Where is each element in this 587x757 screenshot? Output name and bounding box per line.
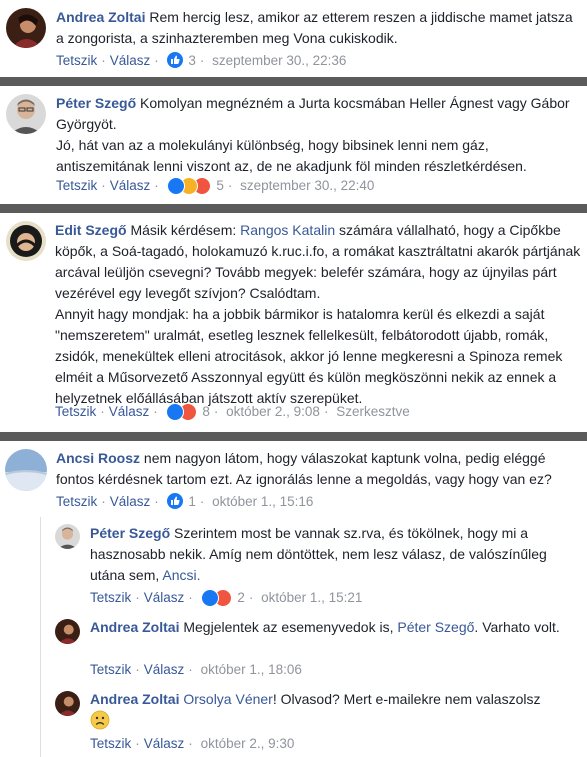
- reaction-count[interactable]: 1: [188, 494, 196, 509]
- comment: Péter Szegő Komolyan megnézném a Jurta k…: [0, 86, 587, 204]
- comment: Andrea Zoltai Rem hercig lesz, amikor az…: [0, 0, 587, 76]
- reply-action[interactable]: Válasz: [144, 662, 185, 677]
- like-action[interactable]: Tetszik: [90, 590, 131, 605]
- comment-text: Jó, hát van az a molekulányi különbség, …: [56, 137, 527, 174]
- timestamp[interactable]: október 2., 9:08: [226, 404, 320, 419]
- edited-label[interactable]: Szerkesztve: [336, 404, 410, 419]
- reply-actions: Tetszik · Válasz · október 1., 18:06: [90, 662, 302, 677]
- reply-actions: Tetszik · Válasz · 2 · október 1., 15:21: [90, 589, 363, 607]
- like-reaction-icon: [200, 589, 219, 607]
- timestamp[interactable]: szeptember 30., 22:40: [240, 178, 374, 193]
- reply-action[interactable]: Válasz: [110, 178, 151, 193]
- reply-text: . Varhato volt.: [474, 619, 560, 635]
- reply-text: Megjelentek az esemenyvedok is,: [183, 619, 394, 635]
- reaction-count[interactable]: 2: [237, 590, 245, 605]
- avatar[interactable]: [6, 8, 46, 48]
- separator: [0, 204, 587, 213]
- comment-body: Edit Szegő Másik kérdésem: Rangos Katali…: [55, 220, 582, 409]
- author-name[interactable]: Andrea Zoltai: [90, 619, 179, 635]
- separator: [0, 77, 587, 86]
- comment-actions: Tetszik · Válasz · 1 · október 1., 15:16: [56, 493, 314, 509]
- author-name[interactable]: Péter Szegő: [56, 95, 136, 111]
- comment: Edit Szegő Másik kérdésem: Rangos Katali…: [0, 213, 587, 431]
- reply-body: Andrea Zoltai Megjelentek az esemenyvedo…: [90, 617, 560, 638]
- author-name[interactable]: Andrea Zoltai: [56, 9, 145, 25]
- reaction-icons[interactable]: [166, 177, 211, 195]
- like-action[interactable]: Tetszik: [90, 662, 131, 677]
- timestamp[interactable]: október 2., 9:30: [201, 736, 295, 751]
- comment-actions: Tetszik · Válasz · 3 · szeptember 30., 22:36: [56, 52, 347, 68]
- avatar[interactable]: [6, 221, 46, 261]
- reply: Andrea Zoltai Orsolya Véner! Olvasod? Me…: [0, 684, 587, 757]
- reply-action[interactable]: Válasz: [110, 53, 151, 68]
- reply-body: Péter Szegő Szerintem most be vannak sz.…: [90, 523, 578, 586]
- like-reaction-icon: [166, 177, 185, 195]
- like-action[interactable]: Tetszik: [56, 494, 97, 509]
- reaction-icons[interactable]: [165, 403, 197, 421]
- author-name[interactable]: Edit Szegő: [55, 222, 127, 238]
- timestamp[interactable]: október 1., 15:21: [261, 590, 362, 605]
- reply-action[interactable]: Válasz: [144, 736, 185, 751]
- reply-action[interactable]: Válasz: [144, 590, 185, 605]
- sad-emoji-icon: [90, 710, 110, 736]
- reply: Andrea Zoltai Megjelentek az esemenyvedo…: [0, 612, 587, 682]
- avatar[interactable]: [55, 524, 80, 549]
- comment-body: Péter Szegő Komolyan megnézném a Jurta k…: [56, 93, 576, 177]
- reaction-count[interactable]: 3: [188, 53, 196, 68]
- reply-actions: Tetszik · Válasz · október 2., 9:30: [90, 736, 295, 751]
- timestamp[interactable]: október 1., 15:16: [212, 494, 313, 509]
- reply-action[interactable]: Válasz: [110, 494, 151, 509]
- separator: [0, 432, 587, 441]
- timestamp[interactable]: október 1., 18:06: [201, 662, 302, 677]
- comment-actions: Tetszik · Válasz · 5 · szeptember 30., 22:40: [56, 177, 375, 195]
- comment-text: Annyit hagy mondjak: ha a jobbik bármiko…: [55, 306, 563, 406]
- mention-link[interactable]: Rangos Katalin: [240, 222, 335, 238]
- like-reaction-icon[interactable]: [166, 493, 183, 509]
- like-action[interactable]: Tetszik: [56, 178, 97, 193]
- mention-link[interactable]: Péter Szegő: [397, 619, 474, 635]
- like-action[interactable]: Tetszik: [90, 736, 131, 751]
- avatar[interactable]: [5, 449, 47, 491]
- reaction-icons[interactable]: [200, 589, 232, 607]
- reply: Péter Szegő Szerintem most be vannak sz.…: [0, 517, 587, 607]
- avatar[interactable]: [6, 94, 46, 134]
- like-reaction-icon: [165, 403, 184, 421]
- comment-body: Andrea Zoltai Rem hercig lesz, amikor az…: [56, 7, 576, 49]
- author-name[interactable]: Andrea Zoltai: [90, 691, 179, 707]
- reaction-count[interactable]: 5: [216, 178, 224, 193]
- like-reaction-icon[interactable]: [166, 52, 183, 68]
- mention-link[interactable]: Orsolya Véner: [183, 691, 272, 707]
- comment-body: Ancsi Roosz nem nagyon látom, hogy válas…: [56, 448, 578, 490]
- avatar[interactable]: [55, 691, 80, 716]
- timestamp[interactable]: szeptember 30., 22:36: [212, 53, 346, 68]
- author-name[interactable]: Péter Szegő: [90, 525, 170, 541]
- comment-actions: Tetszik · Válasz · 8 · október 2., 9:08 · Sze…: [55, 403, 410, 421]
- like-action[interactable]: Tetszik: [56, 53, 97, 68]
- author-name[interactable]: Ancsi Roosz: [56, 450, 140, 466]
- comment-text: Másik kérdésem:: [130, 222, 237, 238]
- mention-link[interactable]: Ancsi.: [162, 567, 200, 583]
- like-action[interactable]: Tetszik: [55, 404, 96, 419]
- reaction-count[interactable]: 8: [202, 404, 210, 419]
- reply-body: Andrea Zoltai Orsolya Véner! Olvasod? Me…: [90, 689, 580, 736]
- reply-action[interactable]: Válasz: [109, 404, 150, 419]
- reply-text: ! Olvasod? Mert e-mailekre nem valaszols…: [272, 691, 541, 707]
- avatar[interactable]: [55, 619, 80, 644]
